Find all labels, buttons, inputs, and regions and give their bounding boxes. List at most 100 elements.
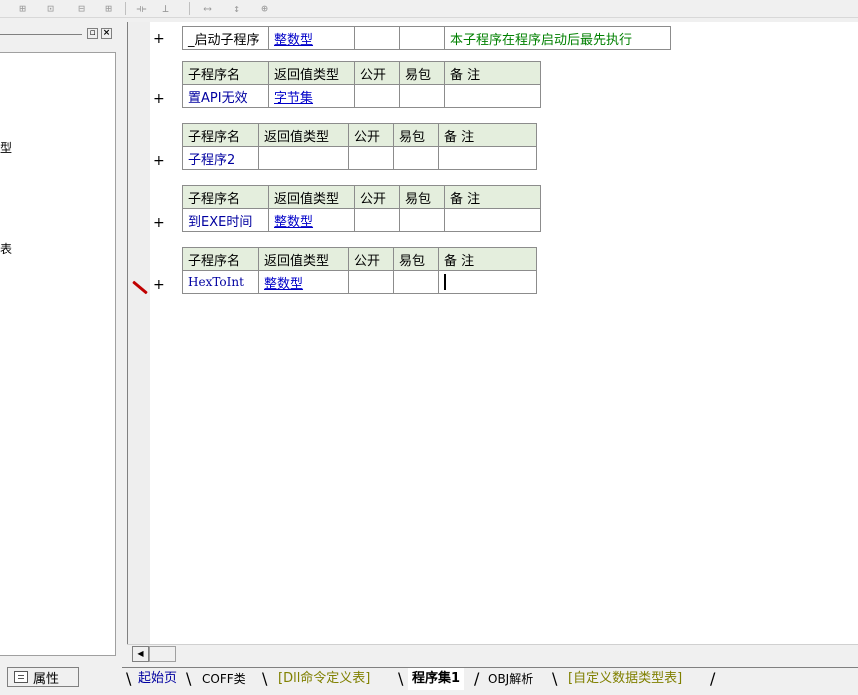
panel-title-bar — [0, 34, 82, 35]
public-cell[interactable] — [354, 84, 400, 108]
note-cell[interactable] — [444, 84, 541, 108]
note-cell[interactable]: 本子程序在程序启动后最先执行 — [444, 26, 671, 50]
note-cell[interactable] — [438, 146, 537, 170]
note-cell[interactable] — [444, 208, 541, 232]
panel-close-icon[interactable]: × — [101, 28, 112, 39]
tab-start-page[interactable]: 起始页 — [134, 668, 181, 690]
tab-divider: / — [710, 669, 716, 688]
align-top-icon[interactable]: ⊟ — [73, 1, 90, 16]
tab-divider: \ — [262, 669, 268, 688]
table-header: 子程序名 返回值类型 公开 易包 备 注 — [182, 247, 537, 271]
scroll-thumb[interactable] — [149, 646, 176, 662]
header-epkg: 易包 — [399, 61, 445, 85]
public-cell[interactable] — [348, 270, 394, 294]
tab-obj-parse[interactable]: OBJ解析 — [484, 668, 537, 690]
table-header: 子程序名 返回值类型 公开 易包 备 注 — [182, 61, 541, 85]
header-public: 公开 — [354, 61, 400, 85]
horizontal-spacing-icon[interactable]: ⟛ — [133, 1, 150, 16]
subroutine-name-cell[interactable]: _启动子程序 — [182, 26, 269, 50]
header-public: 公开 — [354, 185, 400, 209]
expand-toggle[interactable]: + — [153, 32, 165, 46]
public-cell[interactable] — [348, 146, 394, 170]
note-cell-editing[interactable] — [438, 270, 537, 294]
header-name: 子程序名 — [182, 123, 259, 147]
return-type-cell[interactable]: 整数型 — [268, 26, 355, 50]
subroutine-name-cell[interactable]: HexToInt — [182, 270, 259, 294]
left-panel: ▫ × 型 表 — [0, 22, 121, 662]
expand-toggle[interactable]: + — [153, 216, 165, 230]
table-row: HexToInt 整数型 — [182, 270, 537, 294]
project-tree[interactable]: 型 表 — [0, 52, 116, 656]
align-left-icon[interactable]: ⊞ — [14, 1, 31, 16]
header-epkg: 易包 — [393, 123, 439, 147]
header-note: 备 注 — [438, 123, 537, 147]
header-public: 公开 — [348, 123, 394, 147]
header-name: 子程序名 — [182, 185, 269, 209]
properties-tab[interactable]: 属性 — [7, 667, 79, 687]
table-row: 到EXE时间 整数型 — [182, 208, 541, 232]
subroutine-table: 子程序名 返回值类型 公开 易包 备 注 HexToInt 整数型 — [182, 247, 537, 294]
header-name: 子程序名 — [182, 247, 259, 271]
header-name: 子程序名 — [182, 61, 269, 85]
table-row: 子程序2 — [182, 146, 537, 170]
header-return-type: 返回值类型 — [268, 185, 355, 209]
return-type-cell[interactable]: 整数型 — [268, 208, 355, 232]
header-public: 公开 — [348, 247, 394, 271]
toolbar-separator — [125, 2, 126, 15]
table-header: 子程序名 返回值类型 公开 易包 备 注 — [182, 185, 541, 209]
public-cell[interactable] — [354, 26, 400, 50]
align-center-icon[interactable]: ⊡ — [42, 1, 59, 16]
subroutine-name-cell[interactable]: 置API无效 — [182, 84, 269, 108]
expand-toggle[interactable]: + — [153, 154, 165, 168]
editor-gutter — [128, 22, 150, 644]
header-return-type: 返回值类型 — [268, 61, 355, 85]
header-note: 备 注 — [444, 185, 541, 209]
toolbar: ⊞ ⊡ ⊟ ⊞ ⟛ ⊥ ⟷ ↕ ⊕ — [0, 0, 858, 18]
tab-divider: \ — [186, 669, 192, 688]
table-row: 置API无效 字节集 — [182, 84, 541, 108]
same-size-icon[interactable]: ⊕ — [256, 1, 273, 16]
tab-divider: \ — [398, 669, 404, 688]
same-height-icon[interactable]: ↕ — [228, 1, 245, 16]
properties-tab-label: 属性 — [33, 671, 60, 687]
return-type-cell[interactable]: 字节集 — [268, 84, 355, 108]
align-right-icon[interactable]: ⊞ — [100, 1, 117, 16]
subroutine-name-cell[interactable]: 到EXE时间 — [182, 208, 269, 232]
epkg-cell[interactable] — [393, 146, 439, 170]
subroutine-table: 子程序名 返回值类型 公开 易包 备 注 置API无效 字节集 — [182, 61, 541, 108]
header-epkg: 易包 — [399, 185, 445, 209]
code-editor[interactable]: + _启动子程序 整数型 本子程序在程序启动后最先执行 子程序名 返回值类型 公… — [127, 22, 858, 644]
table-row: _启动子程序 整数型 本子程序在程序启动后最先执行 — [182, 26, 671, 50]
same-width-icon[interactable]: ⟷ — [199, 1, 216, 16]
table-header: 子程序名 返回值类型 公开 易包 备 注 — [182, 123, 537, 147]
header-return-type: 返回值类型 — [258, 247, 349, 271]
header-note: 备 注 — [438, 247, 537, 271]
header-epkg: 易包 — [393, 247, 439, 271]
tab-dll-commands[interactable]: [Dll命令定义表] — [274, 668, 374, 690]
tab-divider: \ — [126, 669, 132, 688]
epkg-cell[interactable] — [399, 84, 445, 108]
public-cell[interactable] — [354, 208, 400, 232]
header-note: 备 注 — [444, 61, 541, 85]
epkg-cell[interactable] — [393, 270, 439, 294]
return-type-cell[interactable]: 整数型 — [258, 270, 349, 294]
subroutine-table: 子程序名 返回值类型 公开 易包 备 注 到EXE时间 整数型 — [182, 185, 541, 232]
epkg-cell[interactable] — [399, 208, 445, 232]
scroll-left-icon[interactable]: ◀ — [132, 646, 149, 662]
tab-divider: / — [474, 669, 480, 688]
expand-toggle[interactable]: + — [153, 278, 165, 292]
epkg-cell[interactable] — [399, 26, 445, 50]
tab-coff-class[interactable]: COFF类 — [198, 668, 250, 690]
tab-program-set-1[interactable]: 程序集1 — [408, 668, 465, 690]
return-type-cell[interactable] — [258, 146, 349, 170]
horizontal-scrollbar[interactable]: ◀ — [127, 644, 858, 662]
subroutine-table: 子程序名 返回值类型 公开 易包 备 注 子程序2 — [182, 123, 537, 170]
tab-custom-data-types[interactable]: [自定义数据类型表] — [564, 668, 686, 690]
expand-toggle[interactable]: + — [153, 92, 165, 106]
panel-restore-icon[interactable]: ▫ — [87, 28, 98, 39]
tab-divider: \ — [552, 669, 558, 688]
tree-item-fragment[interactable]: 表 — [0, 240, 12, 257]
vertical-spacing-icon[interactable]: ⊥ — [157, 1, 174, 16]
tree-item-fragment[interactable]: 型 — [0, 139, 12, 156]
subroutine-name-cell[interactable]: 子程序2 — [182, 146, 259, 170]
